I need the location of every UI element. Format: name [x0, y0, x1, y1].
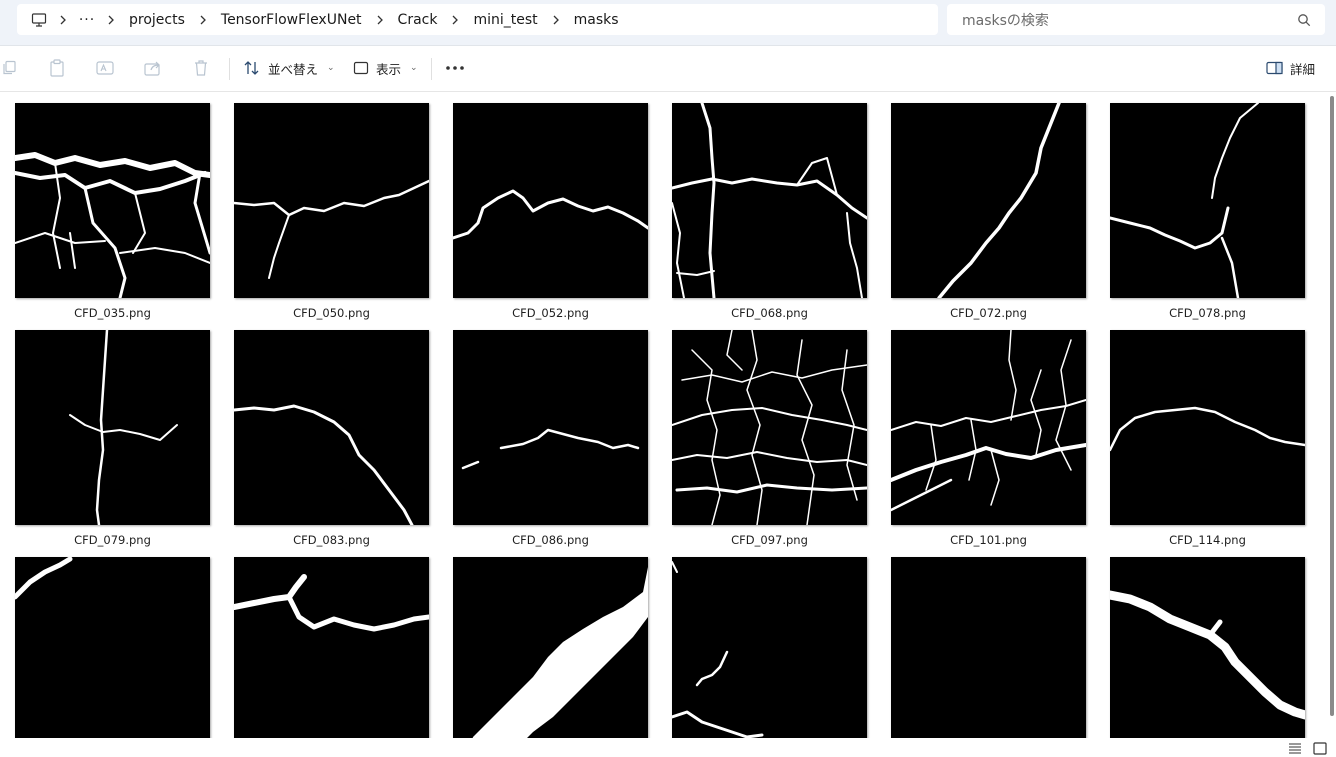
- this-pc-icon[interactable]: [29, 10, 49, 30]
- mask-thumbnail: [15, 330, 210, 525]
- mask-thumbnail: [453, 557, 648, 738]
- mask-thumbnail: [1110, 330, 1305, 525]
- file-item[interactable]: [15, 557, 210, 738]
- more-icon[interactable]: [445, 58, 465, 78]
- breadcrumb-tensorflowflexunet[interactable]: TensorFlowFlexUNet: [217, 12, 366, 28]
- breadcrumb-crack[interactable]: Crack: [394, 12, 442, 28]
- chevron-down-icon: ⌄: [410, 63, 418, 73]
- mask-thumbnail: [672, 330, 867, 525]
- breadcrumb-projects[interactable]: projects: [125, 12, 189, 28]
- delete-icon[interactable]: [191, 58, 211, 78]
- file-item[interactable]: [1110, 557, 1305, 738]
- mask-thumbnail: [1110, 103, 1305, 298]
- file-item[interactable]: CFD_097.png: [672, 330, 867, 547]
- file-item[interactable]: [672, 557, 867, 738]
- file-item[interactable]: CFD_035.png: [15, 103, 210, 320]
- mask-thumbnail: [891, 330, 1086, 525]
- file-item[interactable]: CFD_079.png: [15, 330, 210, 547]
- file-name[interactable]: CFD_050.png: [219, 306, 444, 320]
- mask-thumbnail: [453, 103, 648, 298]
- mask-thumbnail: [234, 330, 429, 525]
- toolbar-divider: [431, 58, 432, 80]
- chevron-right-icon[interactable]: [49, 15, 77, 25]
- file-name[interactable]: CFD_101.png: [876, 533, 1101, 547]
- chevron-down-icon: ⌄: [327, 63, 335, 73]
- view-label: 表示: [376, 61, 402, 77]
- file-item[interactable]: [453, 557, 648, 738]
- details-label: 詳細: [1290, 61, 1316, 77]
- breadcrumb-mini-test[interactable]: mini_test: [469, 12, 541, 28]
- share-icon[interactable]: [143, 58, 163, 78]
- chevron-right-icon[interactable]: [189, 15, 217, 25]
- mask-thumbnail: [1110, 557, 1305, 738]
- status-bar: [0, 738, 1336, 757]
- mask-thumbnail: [672, 557, 867, 738]
- file-item[interactable]: CFD_101.png: [891, 330, 1086, 547]
- details-pane-button[interactable]: 詳細: [1266, 56, 1315, 80]
- file-name[interactable]: CFD_097.png: [657, 533, 882, 547]
- file-item[interactable]: CFD_068.png: [672, 103, 867, 320]
- breadcrumb-overflow[interactable]: ···: [77, 12, 97, 28]
- copy-icon[interactable]: [0, 58, 20, 78]
- mask-thumbnail: [891, 557, 1086, 738]
- command-bar: 並べ替え ⌄ 表示 ⌄ 詳細: [0, 46, 1336, 92]
- title-bar: ··· projects TensorFlowFlexUNet Crack mi…: [0, 0, 1336, 46]
- file-name[interactable]: CFD_086.png: [438, 533, 663, 547]
- mask-thumbnail: [15, 103, 210, 298]
- chevron-right-icon[interactable]: [97, 15, 125, 25]
- paste-icon[interactable]: [47, 58, 67, 78]
- file-item[interactable]: CFD_114.png: [1110, 330, 1305, 547]
- file-name[interactable]: CFD_068.png: [657, 306, 882, 320]
- file-item[interactable]: CFD_050.png: [234, 103, 429, 320]
- file-name[interactable]: CFD_035.png: [0, 306, 225, 320]
- file-item[interactable]: CFD_086.png: [453, 330, 648, 547]
- address-bar[interactable]: ··· projects TensorFlowFlexUNet Crack mi…: [17, 4, 938, 35]
- file-item[interactable]: [234, 557, 429, 738]
- mask-thumbnail: [453, 330, 648, 525]
- file-name[interactable]: CFD_078.png: [1095, 306, 1320, 320]
- sort-label: 並べ替え: [268, 61, 319, 77]
- file-name[interactable]: CFD_083.png: [219, 533, 444, 547]
- file-item[interactable]: CFD_083.png: [234, 330, 429, 547]
- file-name[interactable]: CFD_114.png: [1095, 533, 1320, 547]
- sort-button[interactable]: 並べ替え ⌄: [243, 56, 335, 80]
- search-icon[interactable]: [1297, 13, 1311, 27]
- details-view-icon[interactable]: [1288, 742, 1302, 755]
- sort-icon: [244, 61, 259, 75]
- file-item[interactable]: CFD_052.png: [453, 103, 648, 320]
- view-icon: [353, 61, 369, 75]
- view-button[interactable]: 表示 ⌄: [353, 56, 418, 80]
- search-input[interactable]: masksの検索: [962, 10, 1297, 30]
- file-name[interactable]: CFD_072.png: [876, 306, 1101, 320]
- file-grid: CFD_035.png CFD_050.png CFD_052.png CFD_…: [0, 92, 1324, 738]
- mask-thumbnail: [891, 103, 1086, 298]
- chevron-right-icon[interactable]: [366, 15, 394, 25]
- details-pane-icon: [1266, 61, 1283, 75]
- file-item[interactable]: CFD_078.png: [1110, 103, 1305, 320]
- breadcrumb-masks[interactable]: masks: [570, 12, 623, 28]
- file-item[interactable]: CFD_072.png: [891, 103, 1086, 320]
- chevron-right-icon[interactable]: [441, 15, 469, 25]
- mask-thumbnail: [234, 557, 429, 738]
- file-item[interactable]: [891, 557, 1086, 738]
- mask-thumbnail: [672, 103, 867, 298]
- toolbar-divider: [229, 58, 230, 80]
- chevron-right-icon[interactable]: [542, 15, 570, 25]
- rename-icon[interactable]: [95, 58, 115, 78]
- tiles-view-icon[interactable]: [1313, 742, 1327, 755]
- file-name[interactable]: CFD_052.png: [438, 306, 663, 320]
- search-box[interactable]: masksの検索: [947, 4, 1325, 35]
- file-name[interactable]: CFD_079.png: [0, 533, 225, 547]
- mask-thumbnail: [15, 557, 210, 738]
- vertical-scrollbar[interactable]: [1330, 96, 1334, 716]
- mask-thumbnail: [234, 103, 429, 298]
